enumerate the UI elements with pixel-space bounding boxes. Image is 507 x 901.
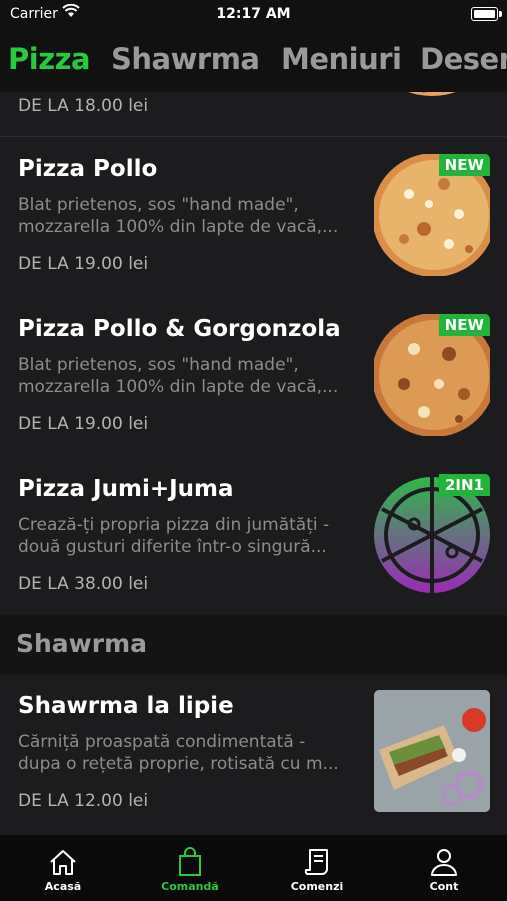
product-row[interactable]: Shawrma la lipie Cărniță proaspată condi… [0,675,507,834]
status-bar: Carrier 12:17 AM [0,0,507,30]
nav-comenzi[interactable]: Comenzi [254,835,380,901]
home-icon [50,850,76,875]
product-description-line: dupa o rețetă proprie, rotisată cu m... [18,754,339,774]
new-badge: NEW [438,154,490,176]
tab-deserturi[interactable]: Deser [420,42,507,76]
status-time: 12:17 AM [216,6,291,22]
user-icon [431,849,457,876]
nav-label: Acasă [44,880,82,893]
nav-acasa[interactable]: Acasă [0,835,126,901]
product-row[interactable]: Pizza Pollo & Gorgonzola Blat prietenos,… [0,297,507,458]
product-name: Shawrma la lipie [18,693,234,719]
product-list[interactable]: DE LA 18.00 lei Pizza Pollo Blat prieten… [0,92,507,834]
product-image: NEW [374,154,490,276]
product-row[interactable]: DE LA 18.00 lei [0,92,507,137]
product-name: Pizza Pollo [18,156,158,182]
product-image [374,690,490,812]
battery-icon [471,7,502,21]
product-price: DE LA 38.00 lei [18,574,149,594]
nav-label: Cont [429,880,459,893]
product-description-line: Cărniță proaspată condimentată - [18,732,306,752]
product-description-line: Blat prietenos, sos "hand made", [18,355,299,375]
category-tabs: Pizza Shawrma Meniuri Deser [0,30,507,92]
product-image [374,92,490,96]
section-header: Shawrma [0,615,507,675]
nav-label: Comenzi [290,880,344,893]
product-price: DE LA 19.00 lei [18,414,149,434]
product-price: DE LA 18.00 lei [18,96,149,116]
product-row[interactable]: Pizza Jumi+Juma Crează-ți propria pizza … [0,457,507,615]
nav-comanda[interactable]: Comandă [127,835,253,901]
product-description-line: mozzarella 100% din lapte de vacă,... [18,217,339,237]
product-row[interactable]: Pizza Pollo Blat prietenos, sos "hand ma… [0,137,507,298]
product-description-line: două gusturi diferite într-o singură... [18,537,327,557]
tab-pizza[interactable]: Pizza [8,42,91,76]
product-name: Pizza Jumi+Juma [18,476,234,502]
section-title: Shawrma [16,629,148,658]
product-description-line: mozzarella 100% din lapte de vacă,... [18,377,339,397]
bottom-tab-bar: Acasă Comandă Comenzi Cont [0,834,507,901]
nav-cont[interactable]: Cont [381,835,507,901]
product-image: 2IN1 [374,474,490,596]
tab-shawrma[interactable]: Shawrma [111,42,260,76]
bag-icon [179,847,201,876]
nav-label: Comandă [161,880,219,893]
tab-meniuri[interactable]: Meniuri [281,42,402,76]
product-image: NEW [374,314,490,436]
product-price: DE LA 19.00 lei [18,254,149,274]
product-description-line: Blat prietenos, sos "hand made", [18,195,299,215]
2in1-badge: 2IN1 [438,474,490,496]
new-badge: NEW [438,314,490,336]
product-name: Pizza Pollo & Gorgonzola [18,316,341,342]
product-description-line: Crează-ți propria pizza din jumătăți - [18,515,330,535]
product-price: DE LA 12.00 lei [18,791,149,811]
receipt-icon [304,849,328,875]
